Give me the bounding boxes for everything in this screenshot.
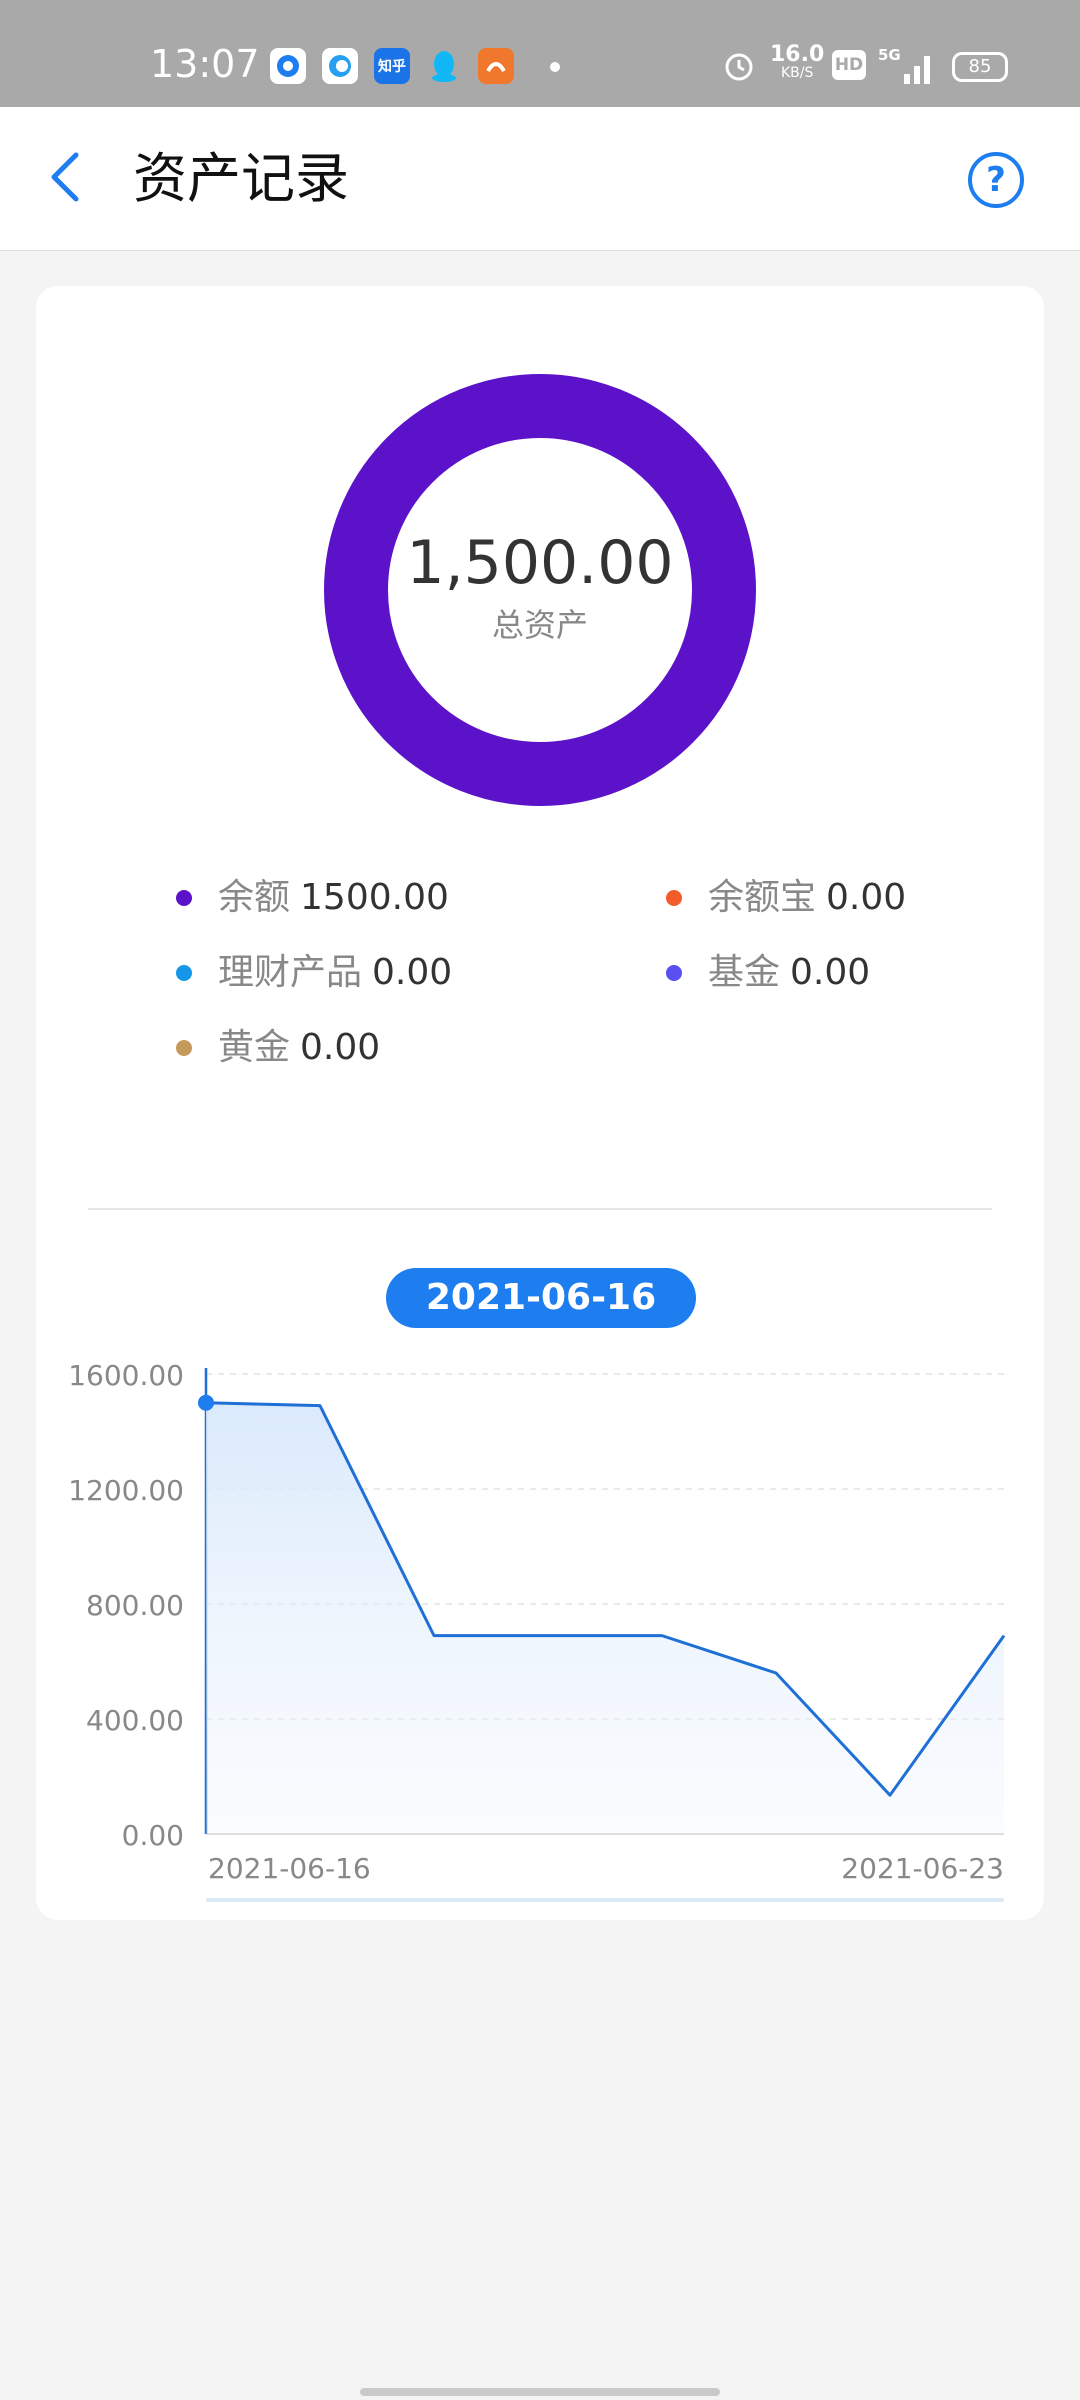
legend-dot	[176, 1040, 192, 1056]
y-tick-label: 400.00	[86, 1704, 184, 1737]
legend-name: 余额	[218, 877, 291, 918]
selected-point	[198, 1394, 214, 1411]
legend-name: 基金	[708, 952, 781, 993]
help-button[interactable]: ?	[968, 152, 1024, 208]
legend-value: 1500.00	[300, 877, 449, 918]
legend-name: 余额宝	[708, 877, 817, 918]
legend-value: 0.00	[372, 952, 453, 993]
section-divider	[88, 1208, 992, 1210]
uc-browser-icon	[478, 48, 514, 84]
legend-value: 0.00	[300, 1027, 381, 1068]
total-assets-label: 总资产	[491, 606, 588, 644]
legend-name: 理财产品	[218, 952, 363, 993]
hd-icon: HD	[832, 50, 866, 80]
legend-dot	[666, 890, 682, 906]
legend-name: 黄金	[218, 1027, 291, 1068]
x-tick-label: 2021-06-23	[841, 1852, 1004, 1885]
alarm-icon	[722, 48, 756, 88]
legend-value: 0.00	[790, 952, 871, 993]
page-title: 资产记录	[133, 147, 349, 210]
back-button[interactable]	[40, 147, 100, 207]
qq-browser-icon	[322, 48, 358, 84]
legend-dot	[176, 965, 192, 981]
zhihu-icon: 知乎	[374, 48, 410, 84]
asset-trend-chart[interactable]: 0.00 400.00 800.00 1200.00 1600.00 2021-06-16…	[36, 1336, 1044, 1920]
legend-item-balance: 余额 1500.00	[176, 876, 449, 920]
asset-card: 1,500.00 总资产 余额 1500.00 余额宝 0.00 理财产品 0.…	[36, 286, 1044, 1920]
home-indicator[interactable]	[360, 2388, 720, 2396]
legend-item-fund: 基金 0.00	[666, 951, 870, 995]
status-time: 13:07	[150, 42, 260, 86]
app-header: 资产记录 ?	[0, 107, 1080, 251]
zhihu-icon-label: 知乎	[378, 59, 406, 75]
y-tick-label: 1200.00	[68, 1474, 184, 1507]
y-tick-label: 800.00	[86, 1589, 184, 1622]
net-speed-value: 16.0	[770, 42, 825, 67]
qq-icon	[426, 48, 462, 84]
legend-item-wealth-products: 理财产品 0.00	[176, 951, 452, 995]
help-icon: ?	[986, 160, 1006, 200]
y-tick-label: 0.00	[122, 1819, 184, 1852]
legend-item-yuebao: 余额宝 0.00	[666, 876, 906, 920]
area-fill	[206, 1402, 1004, 1834]
legend-dot	[176, 890, 192, 906]
y-tick-label: 1600.00	[68, 1359, 184, 1392]
back-arrow-icon	[51, 152, 79, 202]
status-bar: 13:07 知乎 16.0 KB/S HD 5G 85	[0, 0, 1080, 107]
x-tick-label: 2021-06-16	[208, 1852, 371, 1885]
battery-icon: 85	[952, 52, 1008, 82]
legend-dot	[666, 965, 682, 981]
donut-center: 1,500.00 总资产	[324, 528, 756, 646]
total-assets-value: 1,500.00	[406, 528, 674, 598]
legend-value: 0.00	[826, 877, 907, 918]
notification-dot	[550, 62, 560, 72]
browser-icon	[270, 48, 306, 84]
chart-scroll-track	[206, 1898, 1004, 1902]
legend-item-gold: 黄金 0.00	[176, 1026, 380, 1070]
selected-date-pill: 2021-06-16	[386, 1268, 696, 1328]
net-speed: 16.0 KB/S	[770, 42, 825, 82]
